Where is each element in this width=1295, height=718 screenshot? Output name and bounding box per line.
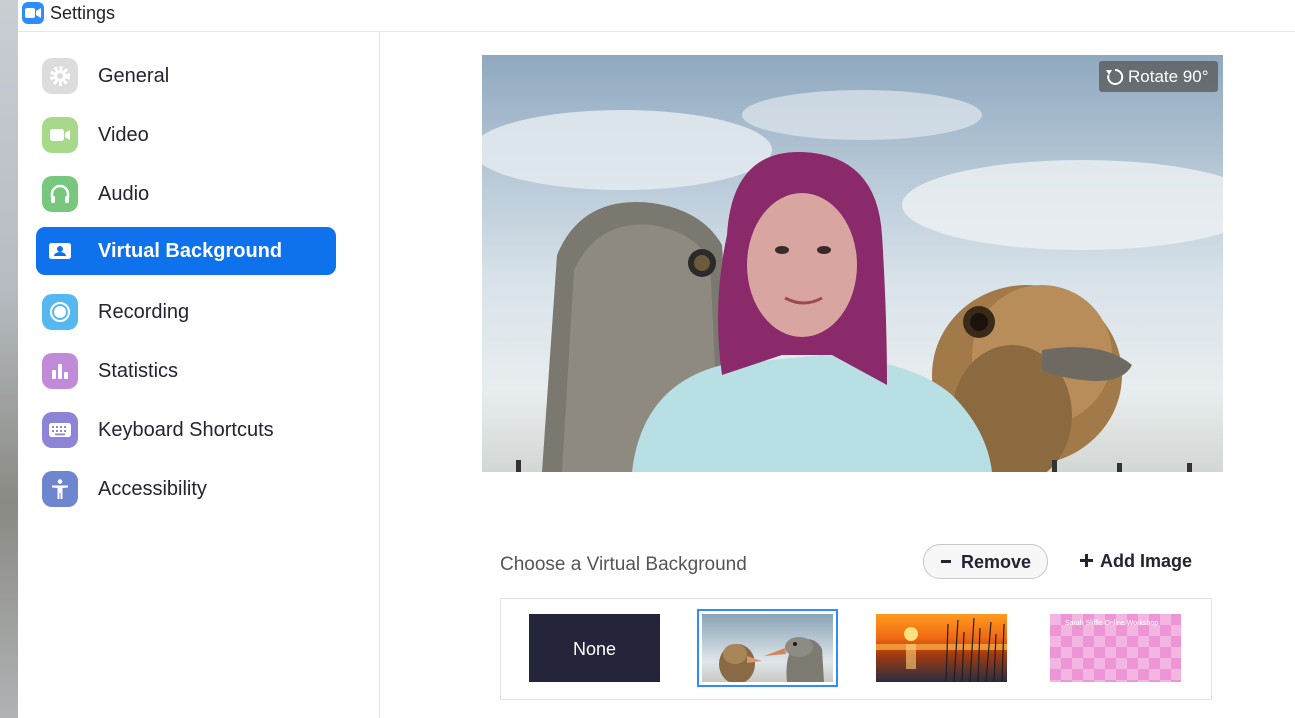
sidebar-item-general[interactable]: General	[36, 52, 336, 100]
sidebar-item-recording[interactable]: Recording	[36, 288, 336, 336]
sidebar-item-label: Video	[98, 124, 149, 146]
remove-label: Remove	[961, 552, 1032, 572]
sunset-thumbnail-art	[876, 617, 1007, 682]
sidebar-item-label: Virtual Background	[98, 240, 283, 262]
background-thumbnail-sunset[interactable]	[876, 614, 1007, 682]
sidebar-item-label: Accessibility	[98, 478, 207, 500]
sidebar-item-label: General	[98, 65, 170, 87]
preview-scene	[482, 90, 1223, 472]
person-card-icon	[42, 233, 78, 269]
title-bar: Settings	[18, 0, 1295, 32]
sidebar-item-label: Statistics	[98, 360, 179, 382]
rotate-icon	[1106, 68, 1124, 85]
choose-background-label: Choose a Virtual Background	[500, 554, 747, 575]
virtual-background-panel: Rotate 90° Choose a Virtual Background R…	[380, 32, 1295, 718]
background-thumbnail-ostrich[interactable]	[697, 609, 838, 687]
sidebar-item-video[interactable]: Video	[36, 111, 336, 159]
sidebar-item-audio[interactable]: Audio	[36, 170, 336, 218]
sidebar-item-label: Audio	[98, 183, 150, 205]
camera-preview: Rotate 90°	[482, 55, 1223, 472]
thumbnail-label: None	[572, 639, 617, 659]
thumbnail-caption: Sarah Sliffle Online Workshop	[1065, 620, 1159, 627]
add-image-button[interactable]: Add Image	[1078, 544, 1208, 577]
add-image-label: Add Image	[1100, 551, 1193, 571]
gear-icon	[42, 58, 78, 94]
sidebar-item-virtual-background[interactable]: Virtual Background	[36, 227, 336, 275]
headphones-icon	[42, 176, 78, 212]
settings-sidebar: General Video Audio Virtual Background R…	[18, 32, 380, 718]
sidebar-item-keyboard-shortcuts[interactable]: Keyboard Shortcuts	[36, 406, 336, 454]
sidebar-item-accessibility[interactable]: Accessibility	[36, 465, 336, 513]
settings-window: Settings General Video Audio Virtual Bac…	[18, 0, 1295, 718]
rotate-label: Rotate 90°	[1128, 67, 1209, 86]
sidebar-item-label: Recording	[98, 301, 190, 323]
window-title: Settings	[50, 3, 116, 23]
record-icon	[42, 294, 78, 330]
video-camera-icon	[42, 117, 78, 153]
background-thumbnail-pink[interactable]: Sarah Sliffle Online Workshop	[1050, 614, 1181, 682]
sidebar-item-statistics[interactable]: Statistics	[36, 347, 336, 395]
desktop-background-strip	[0, 0, 18, 718]
accessibility-icon	[42, 471, 78, 507]
bar-chart-icon	[42, 353, 78, 389]
sidebar-item-label: Keyboard Shortcuts	[98, 419, 274, 441]
background-gallery: None Sarah Sliffle Online Workshop	[500, 598, 1212, 700]
minus-icon	[941, 560, 951, 563]
remove-button[interactable]: Remove	[923, 544, 1048, 579]
background-thumbnail-none[interactable]: None	[529, 614, 660, 682]
zoom-app-icon	[22, 2, 44, 24]
ostrich-thumbnail-art	[719, 637, 824, 682]
plus-icon	[1080, 554, 1093, 567]
keyboard-icon	[42, 412, 78, 448]
rotate-90-button[interactable]: Rotate 90°	[1099, 61, 1218, 92]
